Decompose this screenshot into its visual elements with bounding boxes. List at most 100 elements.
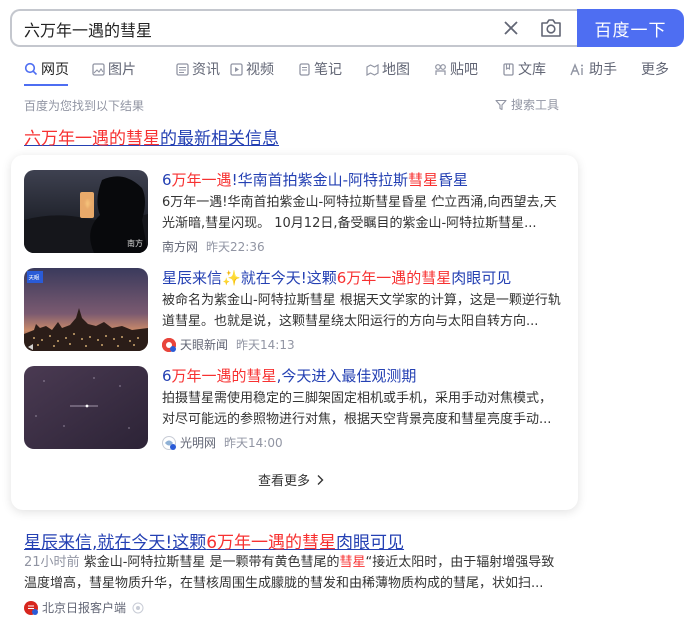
news-source[interactable]: 光明网	[180, 434, 216, 451]
news-source[interactable]: 南方网	[162, 238, 198, 255]
tab-images[interactable]: 图片	[92, 59, 176, 79]
search-bar: 百度一下	[10, 9, 684, 47]
tab-tieba[interactable]: 贴吧	[434, 59, 502, 79]
search-box[interactable]	[10, 9, 578, 47]
svg-text:南方: 南方	[127, 238, 143, 248]
active-tab-indicator	[24, 84, 68, 86]
news-thumbnail[interactable]: 南方	[24, 170, 148, 253]
clear-icon[interactable]	[502, 19, 520, 37]
tab-label: 贴吧	[450, 62, 478, 78]
news-card: 南方 6万年一遇!华南首拍紫金山-阿特拉斯彗星昏星 6万年一遇!华南首拍紫金山-…	[11, 155, 578, 510]
news-thumbnail[interactable]	[24, 366, 148, 449]
chevron-right-icon	[317, 474, 324, 485]
sparkle-emoji: ✨	[222, 269, 241, 287]
view-more-label: 查看更多	[258, 474, 311, 489]
result-count: 百度为您找到以下结果	[24, 99, 145, 113]
result-source[interactable]: 北京日报客户端	[42, 599, 126, 616]
view-more-button[interactable]: 查看更多	[258, 470, 324, 489]
tab-notes[interactable]: 笔记	[298, 59, 366, 79]
result-title[interactable]: 星辰来信,就在今天!这颗6万年一遇的彗星肉眼可见	[24, 528, 404, 553]
tab-web[interactable]: 网页	[24, 59, 92, 79]
news-item-title[interactable]: 6万年一遇的彗星,今天进入最佳观测期	[162, 365, 416, 386]
news-item-desc: 6万年一遇!华南首拍紫金山-阿特拉斯彗星昏星 伫立西涌,向西望去,天光渐暗,彗星…	[162, 195, 557, 231]
news-section-title[interactable]: 六万年一遇的彗星的最新相关信息	[24, 124, 279, 149]
svg-text:天眼: 天眼	[29, 275, 41, 282]
title-part: 6	[162, 171, 172, 189]
search-input[interactable]	[24, 18, 484, 40]
wenku-icon	[503, 62, 514, 76]
map-icon	[366, 63, 379, 76]
news-icon	[176, 62, 189, 76]
ai-icon	[570, 62, 583, 75]
desc-part: 紫金山-阿特拉斯彗星 是一颗带有黄色彗尾的	[83, 555, 340, 570]
comet-sky-photo	[24, 366, 148, 449]
tab-assistant[interactable]: 助手	[570, 59, 641, 79]
desc-highlight: 彗星	[339, 555, 366, 570]
title-highlight: 彗星	[408, 171, 439, 189]
tab-more[interactable]: 更多	[641, 59, 681, 79]
result-description: 21小时前 紫金山-阿特拉斯彗星 是一颗带有黄色彗尾的彗星“接近太阳时，由于辐射…	[24, 552, 564, 594]
news-item-desc: 被命名为紫金山-阿特拉斯彗星 根据天文学家的计算，这是一颗逆行轨道彗星。也就是说…	[162, 293, 561, 329]
tools-label: 搜索工具	[511, 98, 560, 112]
tab-label: 图片	[108, 62, 136, 78]
title-highlight: 万年一遇的彗星	[171, 367, 277, 385]
tab-news[interactable]: 资讯	[176, 59, 230, 79]
news-thumbnail[interactable]: 天眼	[24, 268, 148, 351]
night-sky-photo: 南方	[24, 170, 148, 253]
tab-label: 笔记	[314, 62, 342, 78]
tab-label: 资讯	[192, 62, 220, 78]
camera-icon[interactable]	[540, 18, 562, 38]
title-part: ,今天进入最佳观测期	[276, 367, 417, 385]
title-highlight: 六万年一遇的彗星	[24, 129, 160, 149]
note-icon	[299, 62, 310, 76]
news-item: 6万年一遇的彗星,今天进入最佳观测期 拍摄彗星需使用稳定的三脚架固定相机或手机，…	[24, 366, 564, 450]
tab-label: 文库	[518, 62, 546, 78]
title-highlight: 6万年一遇的彗星	[206, 533, 337, 553]
news-source[interactable]: 天眼新闻	[180, 336, 228, 353]
tab-wenku[interactable]: 文库	[502, 59, 570, 79]
title-part: 就在今天!这颗	[240, 269, 337, 287]
title-part: !华南首拍紫金山-阿特拉斯	[231, 171, 408, 189]
title-part: 昏星	[438, 171, 469, 189]
news-item: 南方 6万年一遇!华南首拍紫金山-阿特拉斯彗星昏星 6万年一遇!华南首拍紫金山-…	[24, 170, 564, 254]
title-highlight: 6万年一遇的彗星	[336, 269, 452, 287]
news-item-meta: 南方网 昨天22:36	[162, 238, 265, 255]
title-part: 肉眼可见	[336, 533, 405, 553]
verified-badge-icon	[132, 602, 144, 613]
tab-label: 地图	[382, 62, 410, 78]
news-time: 昨天22:36	[206, 240, 265, 254]
title-part: 6	[162, 367, 172, 385]
title-part: 星辰来信	[162, 269, 223, 287]
title-part: 星辰来信,就在今天!这颗	[24, 533, 207, 553]
title-highlight: 万年一遇	[171, 171, 232, 189]
news-item-title[interactable]: 6万年一遇!华南首拍紫金山-阿特拉斯彗星昏星	[162, 169, 468, 190]
search-tabs: 网页 图片 资讯 视频 笔记 地图 贴吧 文库 助手 更多	[24, 59, 681, 79]
tab-label: 更多	[641, 62, 669, 78]
tab-video[interactable]: 视频	[230, 59, 298, 79]
result-time: 21小时前	[24, 555, 80, 570]
search-button[interactable]: 百度一下	[577, 9, 684, 47]
search-icon	[24, 62, 38, 76]
title-rest: 的最新相关信息	[160, 129, 279, 149]
tianyan-logo-icon	[162, 337, 176, 352]
tieba-icon	[435, 63, 446, 75]
tab-map[interactable]: 地图	[366, 59, 434, 79]
news-item-meta: 光明网 昨天14:00	[162, 434, 283, 451]
news-time: 昨天14:00	[224, 436, 283, 450]
guangming-logo-icon	[162, 435, 176, 450]
bjrb-logo-icon	[24, 600, 38, 615]
search-tools-button[interactable]: 搜索工具	[495, 96, 559, 113]
news-item: 天眼 星辰来信✨就在今天!这颗6万年一遇的彗星肉眼可见 被命名为紫金山-阿特拉斯…	[24, 268, 564, 352]
image-icon	[92, 62, 105, 76]
tab-label: 视频	[246, 62, 274, 78]
news-item-title[interactable]: 星辰来信✨就在今天!这颗6万年一遇的彗星肉眼可见	[162, 267, 511, 288]
title-part: 肉眼可见	[451, 269, 512, 287]
news-item-desc: 拍摄彗星需使用稳定的三脚架固定相机或手机，采用手动对焦模式，对尽可能远的参照物进…	[162, 391, 553, 427]
filter-icon	[495, 99, 507, 110]
tab-label: 助手	[589, 62, 617, 78]
city-night-photo: 天眼	[24, 268, 148, 351]
news-time: 昨天14:13	[236, 338, 295, 352]
video-icon	[230, 62, 243, 76]
tab-label: 网页	[41, 62, 69, 78]
result-meta: 北京日报客户端	[24, 599, 144, 616]
